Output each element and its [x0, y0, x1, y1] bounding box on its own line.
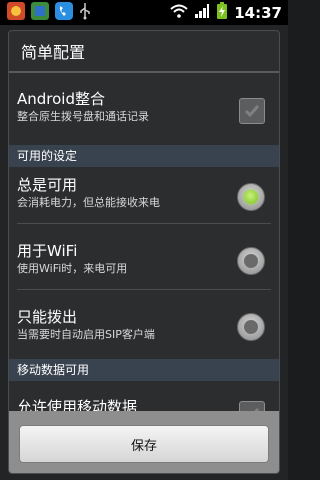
status-bar: 14:37: [0, 0, 288, 25]
save-button[interactable]: 保存: [19, 425, 269, 463]
outgoing-only-radio[interactable]: [237, 313, 265, 341]
wifi-icon: [170, 3, 188, 22]
signal-icon: [194, 3, 210, 23]
wifi-only-radio[interactable]: [237, 247, 265, 275]
status-time: 14:37: [234, 3, 282, 22]
notification-app-icon-2: [30, 1, 50, 25]
section-header-mobile-data: 移动数据可用: [9, 359, 279, 381]
phone-app-icon: [54, 1, 74, 25]
title-divider: [9, 71, 279, 73]
dialog-title: 简单配置: [21, 43, 86, 62]
section-header-available-settings: 可用的设定: [9, 145, 279, 167]
row-divider: [17, 223, 271, 224]
always-available-radio[interactable]: [237, 183, 265, 211]
battery-charging-icon: [216, 1, 228, 24]
usb-icon: [78, 2, 92, 24]
checkmark-icon: [244, 105, 260, 118]
notification-app-icon: [6, 1, 26, 25]
simple-config-dialog: 简单配置 Android整合 整合原生拨号盘和通话记录 可用的设定 总是可用 会…: [8, 30, 280, 474]
android-integration-checkbox[interactable]: [239, 98, 265, 124]
row-divider: [17, 289, 271, 290]
